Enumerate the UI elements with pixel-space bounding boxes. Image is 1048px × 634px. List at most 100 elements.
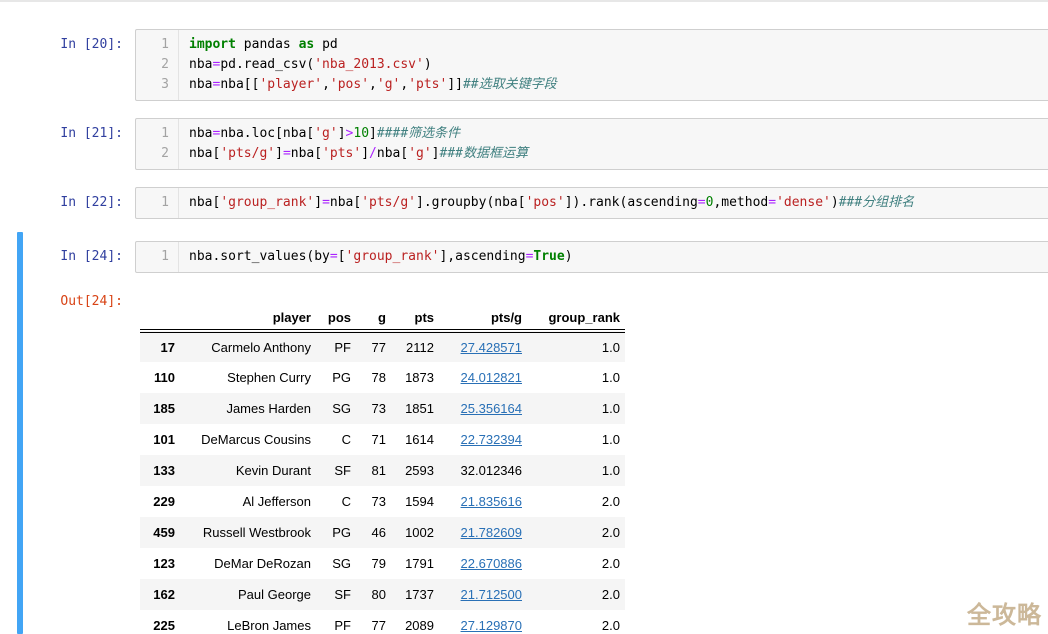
table-row: 162Paul GeorgeSF80173721.7125002.0 [140,579,625,610]
table-row: 133Kevin DurantSF81259332.0123461.0 [140,455,625,486]
cell-ptsg: 25.356164 [439,393,527,424]
output-area: Out[24]: playerposgptspts/ggroup_rank 17… [0,290,1048,634]
pts-per-game-link[interactable]: 21.712500 [461,587,522,602]
code-token-pl: ]).rank(ascending [565,195,698,210]
pts-per-game-link[interactable]: 24.012821 [461,370,522,385]
cell-g: 80 [356,579,391,610]
pts-per-game-link[interactable]: 22.732394 [461,432,522,447]
code-token-str: 'group_rank' [220,195,314,210]
code-token-pl: nba[ [189,146,220,161]
table-row: 101DeMarcus CousinsC71161422.7323941.0 [140,424,625,455]
row-index: 185 [140,393,180,424]
cell-player: Al Jefferson [180,486,316,517]
column-header-group_rank: group_rank [527,307,625,331]
code-editor[interactable]: 123import pandas as pdnba=pd.read_csv('n… [135,29,1048,101]
row-index: 133 [140,455,180,486]
code-token-str: 'pts' [408,77,447,92]
pts-per-game-link[interactable]: 22.670886 [461,556,522,571]
code-token-pl: nba[ [189,195,220,210]
pts-per-game-link[interactable]: 21.782609 [461,525,522,540]
code-token-str: 'g' [314,126,337,141]
code-cell: In [21]:12nba=nba.loc[nba['g']>10]####筛选… [0,118,1048,170]
code-token-op: / [369,146,377,161]
table-row: 459Russell WestbrookPG46100221.7826092.0 [140,517,625,548]
code-token-pl: nba [189,126,212,141]
code-token-op: = [698,195,706,210]
code-editor[interactable]: 12nba=nba.loc[nba['g']>10]####筛选条件nba['p… [135,118,1048,170]
code-token-pl: nba[ [377,146,408,161]
line-number-gutter: 1 [136,188,179,218]
code-token-str: 'pos' [526,195,565,210]
cell-group_rank: 1.0 [527,393,625,424]
cell-pos: C [316,424,356,455]
line-number: 1 [136,124,169,144]
code-token-pl: , [322,77,330,92]
code-token-pl: ] [369,126,377,141]
code-token-pl: ]] [447,77,463,92]
line-number: 2 [136,55,169,75]
pts-per-game-link[interactable]: 25.356164 [461,401,522,416]
selected-cell-indicator [17,232,23,634]
code-token-pl: nba[ [291,146,322,161]
code-token-pl: ,method [713,195,768,210]
cell-pts: 1002 [391,517,439,548]
watermark: 全攻略 [967,595,1042,630]
cell-group_rank: 1.0 [527,331,625,362]
pts-per-game-link[interactable]: 27.428571 [461,340,522,355]
row-index: 459 [140,517,180,548]
code-token-op: = [768,195,776,210]
code-token-pl: ] [338,126,346,141]
cell-player: DeMar DeRozan [180,548,316,579]
cell-group_rank: 2.0 [527,610,625,634]
code-token-op: = [330,249,338,264]
code-token-pl: , [369,77,377,92]
row-index: 17 [140,331,180,362]
dataframe-table: playerposgptspts/ggroup_rank 17Carmelo A… [140,307,625,634]
line-number: 1 [136,193,169,213]
cell-player: Carmelo Anthony [180,331,316,362]
code-token-kw: import [189,37,236,52]
cell-pts: 1737 [391,579,439,610]
cell-ptsg: 21.782609 [439,517,527,548]
cell-pos: PF [316,610,356,634]
code-token-kw: as [299,37,315,52]
pts-per-game-link[interactable]: 27.129870 [461,618,522,633]
cell-pos: SF [316,455,356,486]
code-line: nba=nba.loc[nba['g']>10]####筛选条件 [189,124,1048,144]
row-index: 110 [140,362,180,393]
column-header-pts: pts [391,307,439,331]
row-index: 229 [140,486,180,517]
cell-pos: SG [316,393,356,424]
code-token-com: ###数据框运算 [440,146,528,161]
code-token-str: 'g' [377,77,400,92]
code-token-pl: nba [189,57,212,72]
cell-group_rank: 1.0 [527,362,625,393]
cell-ptsg: 22.732394 [439,424,527,455]
code-token-str: 'group_rank' [346,249,440,264]
code-token-str: 'dense' [776,195,831,210]
code-token-pl: pd.read_csv( [220,57,314,72]
code-token-op: = [322,195,330,210]
cell-group_rank: 2.0 [527,486,625,517]
cell-g: 79 [356,548,391,579]
cell-pts: 2089 [391,610,439,634]
input-prompt: In [22]: [0,187,135,219]
code-token-pl: pandas [236,37,299,52]
code-lines: nba=nba.loc[nba['g']>10]####筛选条件nba['pts… [179,119,1048,169]
input-prompt: In [20]: [0,29,135,101]
row-index: 123 [140,548,180,579]
cell-pos: PG [316,362,356,393]
cell-player: Kevin Durant [180,455,316,486]
code-editor[interactable]: 1nba['group_rank']=nba['pts/g'].groupby(… [135,187,1048,219]
code-editor[interactable]: 1nba.sort_values(by=['group_rank'],ascen… [135,241,1048,273]
cell-group_rank: 1.0 [527,455,625,486]
table-row: 123DeMar DeRozanSG79179122.6708862.0 [140,548,625,579]
row-index: 101 [140,424,180,455]
code-token-pl: [ [338,249,346,264]
code-line: nba=nba[['player','pos','g','pts']]##选取关… [189,75,1048,95]
pts-per-game-link[interactable]: 21.835616 [461,494,522,509]
cell-ptsg: 32.012346 [439,455,527,486]
code-token-pl: ] [361,146,369,161]
line-number-gutter: 123 [136,30,179,100]
table-row: 229Al JeffersonC73159421.8356162.0 [140,486,625,517]
